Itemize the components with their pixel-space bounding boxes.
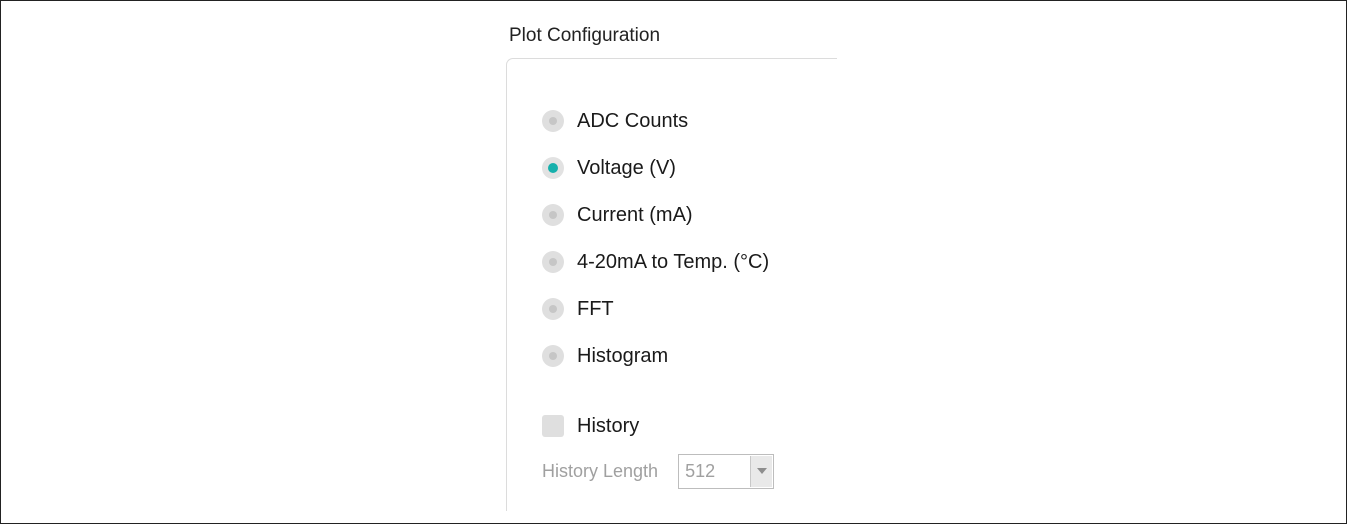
radio-option-label: Histogram (577, 344, 669, 367)
radio-option-current[interactable]: Current (mA) (542, 203, 693, 227)
history-length-select[interactable]: 512 (678, 453, 775, 489)
radio-dot-icon (549, 305, 557, 313)
history-checkbox-row[interactable]: History (542, 414, 639, 438)
window-frame: Plot Configuration ADC Counts Voltage (V… (0, 0, 1347, 524)
radio-dot-icon (548, 163, 558, 173)
history-checkbox[interactable] (542, 415, 564, 437)
history-length-row: History Length 512 (542, 453, 775, 489)
dropdown-button[interactable] (750, 455, 773, 487)
radio-dot-icon (549, 211, 557, 219)
radio-dot-icon (549, 352, 557, 360)
radio-option-label: 4-20mA to Temp. (°C) (577, 250, 770, 273)
radio-button[interactable] (542, 298, 564, 320)
plot-configuration-title: Plot Configuration (509, 25, 661, 46)
radio-option-label: FFT (577, 297, 614, 320)
radio-option-label: ADC Counts (577, 109, 689, 132)
radio-option-label: Current (mA) (577, 203, 693, 226)
radio-button[interactable] (542, 345, 564, 367)
history-checkbox-label: History (577, 414, 640, 437)
radio-option-4-20ma-temp[interactable]: 4-20mA to Temp. (°C) (542, 250, 769, 274)
history-length-value: 512 (685, 460, 716, 481)
radio-option-label: Voltage (V) (577, 156, 676, 179)
radio-option-voltage[interactable]: Voltage (V) (542, 156, 676, 180)
history-length-label: History Length (542, 460, 659, 481)
radio-option-histogram[interactable]: Histogram (542, 344, 668, 368)
radio-option-adc-counts[interactable]: ADC Counts (542, 109, 688, 133)
radio-button[interactable] (542, 110, 564, 132)
radio-button[interactable] (542, 204, 564, 226)
radio-button-selected[interactable] (542, 157, 564, 179)
radio-dot-icon (549, 258, 557, 266)
chevron-down-icon (756, 468, 767, 474)
radio-option-fft[interactable]: FFT (542, 297, 614, 321)
radio-dot-icon (549, 117, 557, 125)
radio-button[interactable] (542, 251, 564, 273)
